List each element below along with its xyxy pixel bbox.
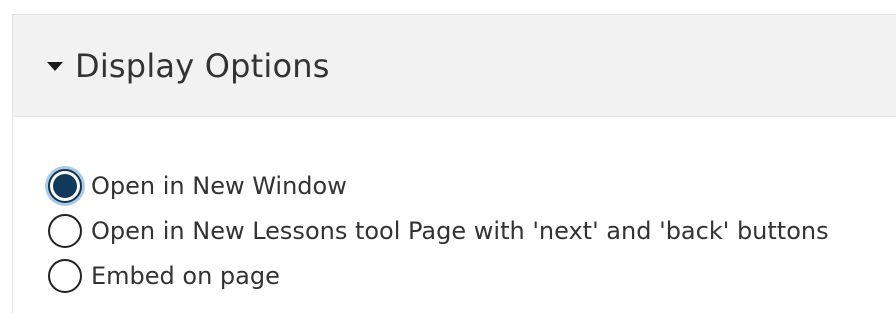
display-options-panel: Display Options Open in New Window Open …: [12, 14, 896, 313]
option-embed-on-page[interactable]: Embed on page: [48, 253, 829, 298]
radio-open-new-window[interactable]: [48, 168, 82, 203]
panel-title: Display Options: [75, 46, 330, 85]
option-open-new-window[interactable]: Open in New Window: [48, 163, 829, 208]
display-options-radio-group: Open in New Window Open in New Lessons t…: [48, 163, 829, 298]
display-options-header[interactable]: Display Options: [13, 15, 896, 117]
radio-selected-dot: [53, 173, 77, 198]
option-label[interactable]: Open in New Window: [91, 172, 347, 200]
option-label[interactable]: Embed on page: [91, 262, 280, 290]
option-label[interactable]: Open in New Lessons tool Page with 'next…: [91, 217, 829, 245]
radio-open-lessons-page[interactable]: [48, 213, 82, 248]
radio-embed-on-page[interactable]: [48, 258, 82, 293]
caret-down-icon[interactable]: [47, 62, 63, 71]
option-open-lessons-page[interactable]: Open in New Lessons tool Page with 'next…: [48, 208, 829, 253]
